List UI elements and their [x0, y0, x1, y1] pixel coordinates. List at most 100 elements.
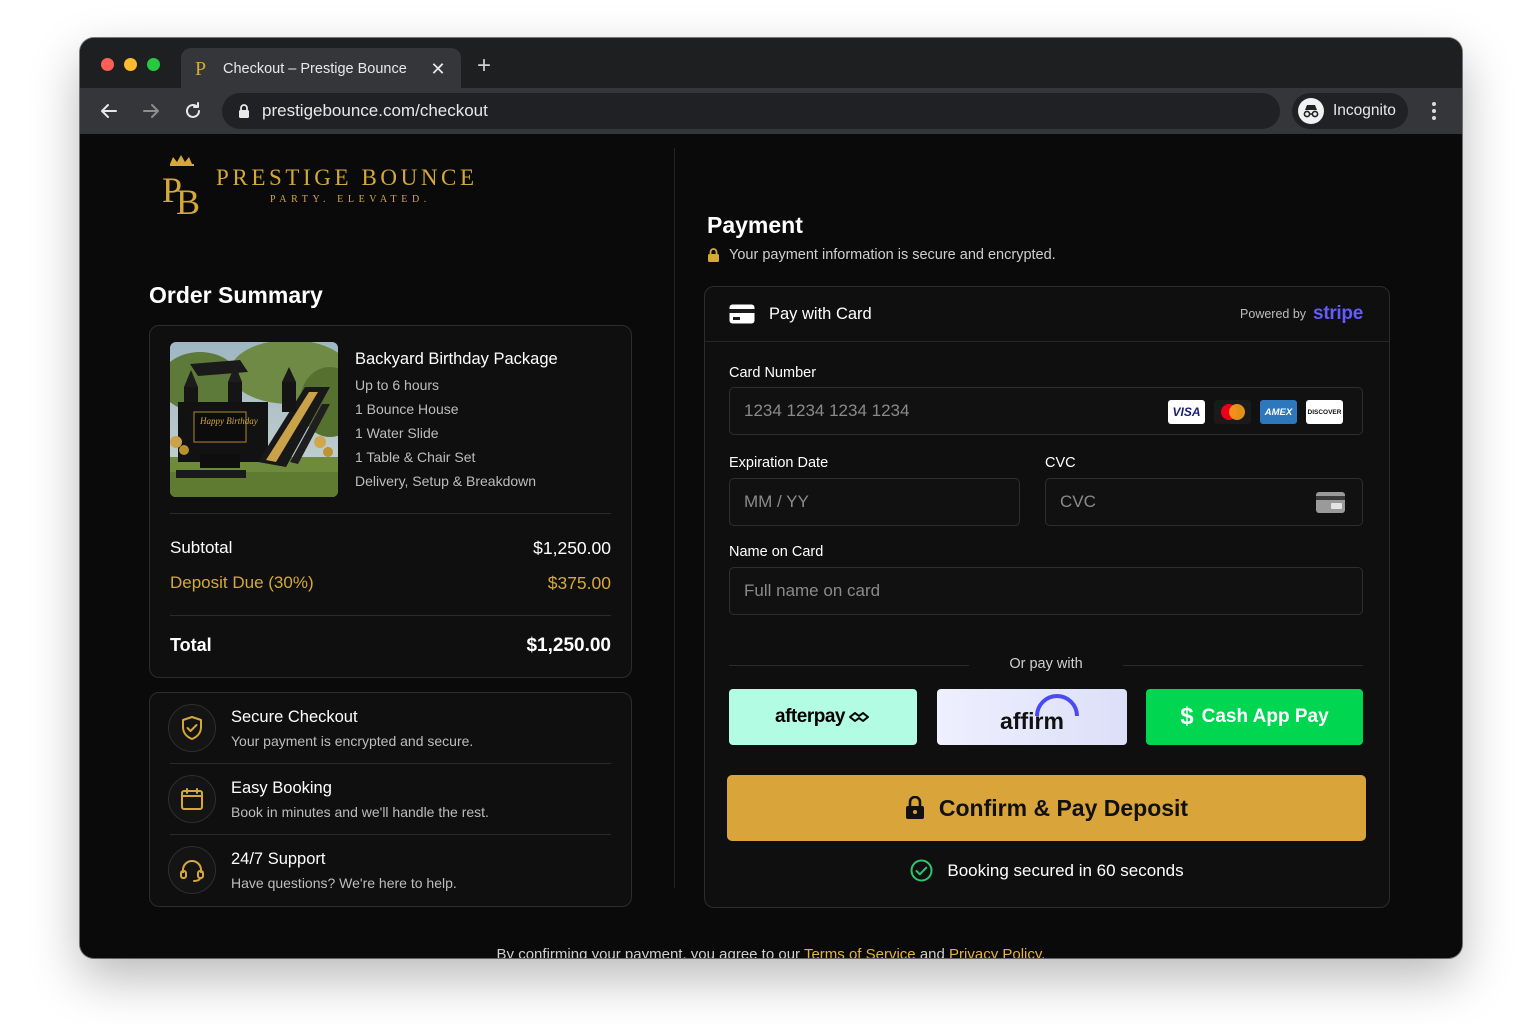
tab-strip: P Checkout – Prestige Bounce ✕ +: [80, 38, 1462, 90]
legal-footer: By confirming your payment, you agree to…: [80, 946, 1462, 958]
shield-check-icon: [168, 704, 216, 752]
total-label: Total: [170, 635, 212, 655]
order-summary-card: Happy Birthday Backyard Birthday Package…: [149, 325, 632, 678]
feature-subtitle: Have questions? We're here to help.: [231, 874, 457, 891]
feature-subtitle: Book in minutes and we'll handle the res…: [231, 803, 489, 820]
window-controls: [101, 58, 160, 71]
cvc-field[interactable]: [1045, 478, 1363, 526]
order-summary-heading: Order Summary: [149, 282, 323, 308]
brand-tagline: PARTY. ELEVATED.: [270, 194, 431, 205]
discover-icon: DISCOVER: [1306, 400, 1343, 424]
powered-by-label: Powered by: [1240, 307, 1307, 321]
feature-title: Secure Checkout: [231, 707, 358, 726]
brand-logo[interactable]: P B PRESTIGE BOUNCE PARTY. ELEVATED.: [160, 154, 478, 222]
feature-title: 24/7 Support: [231, 849, 326, 868]
maximize-window-button[interactable]: [147, 58, 160, 71]
address-bar[interactable]: prestigebounce.com/checkout: [222, 93, 1280, 129]
affirm-button[interactable]: affirm: [937, 689, 1127, 745]
new-tab-button[interactable]: +: [477, 52, 491, 80]
incognito-badge[interactable]: Incognito: [1292, 93, 1408, 129]
arrow-left-icon: [101, 104, 117, 118]
calendar-icon: [168, 775, 216, 823]
privacy-policy-link[interactable]: Privacy Policy: [949, 946, 1041, 958]
subtotal-value: $1,250.00: [533, 538, 611, 558]
url-text: prestigebounce.com/checkout: [262, 101, 488, 120]
product-detail-line: 1 Bounce House: [355, 401, 459, 417]
pay-with-card-header: Pay with Card Powered by stripe: [705, 287, 1389, 342]
feature-support: 24/7 Support Have questions? We're here …: [168, 835, 613, 905]
lock-icon: [905, 796, 924, 819]
or-pay-with-divider: Or pay with: [729, 655, 1363, 675]
minimize-window-button[interactable]: [124, 58, 137, 71]
afterpay-button[interactable]: afterpay: [729, 689, 917, 745]
tab-checkout[interactable]: P Checkout – Prestige Bounce ✕: [181, 48, 461, 90]
browser-window: P Checkout – Prestige Bounce ✕ + prestig…: [80, 38, 1462, 958]
summary-divider: [170, 615, 611, 616]
secure-note-text: Your payment information is secure and e…: [729, 247, 1056, 263]
stripe-logo: stripe: [1313, 303, 1363, 324]
afterpay-loop-icon: [848, 712, 869, 722]
product-details: Up to 6 hours 1 Bounce House 1 Water Sli…: [355, 376, 536, 496]
confirm-pay-deposit-button[interactable]: Confirm & Pay Deposit: [727, 775, 1366, 841]
cvc-card-icon: [1316, 492, 1345, 513]
expiry-field[interactable]: [729, 478, 1020, 526]
product-detail-line: Delivery, Setup & Breakdown: [355, 473, 537, 489]
checkout-page: P B PRESTIGE BOUNCE PARTY. ELEVATED. Ord…: [80, 134, 1462, 958]
product-detail-line: 1 Water Slide: [355, 425, 439, 441]
browser-toolbar: prestigebounce.com/checkout Incognito: [80, 88, 1462, 134]
incognito-icon: [1298, 98, 1324, 124]
svg-text:B: B: [176, 182, 200, 216]
booking-secured-text: Booking secured in 60 seconds: [947, 860, 1184, 880]
dollar-icon: $: [1180, 703, 1194, 730]
cash-app-pay-button[interactable]: $ Cash App Pay: [1146, 689, 1363, 745]
monogram-icon: P B: [160, 154, 204, 222]
headset-icon: [168, 846, 216, 894]
close-window-button[interactable]: [101, 58, 114, 71]
cash-app-label: Cash App Pay: [1201, 706, 1329, 727]
expiry-label: Expiration Date: [729, 455, 829, 471]
payment-heading: Payment: [707, 212, 803, 238]
summary-divider: [170, 513, 611, 514]
booking-secured-note: Booking secured in 60 seconds: [705, 859, 1389, 882]
back-button[interactable]: [94, 96, 124, 126]
expiry-input[interactable]: [744, 492, 1019, 512]
card-number-label: Card Number: [729, 365, 817, 381]
happy-birthday-sign: Happy Birthday: [199, 416, 258, 426]
name-on-card-input[interactable]: [744, 581, 1362, 601]
or-pay-with-label: Or pay with: [1009, 656, 1083, 672]
mastercard-icon: [1214, 400, 1251, 424]
deposit-row: Deposit Due (30%) $375.00: [170, 573, 611, 594]
feature-easy-booking: Easy Booking Book in minutes and we'll h…: [168, 764, 613, 834]
forward-button[interactable]: [136, 96, 166, 126]
terms-of-service-link[interactable]: Terms of Service: [804, 946, 916, 958]
reload-button[interactable]: [178, 96, 208, 126]
arrow-right-icon: [143, 104, 159, 118]
name-on-card-field[interactable]: [729, 567, 1363, 615]
secure-note: Your payment information is secure and e…: [707, 247, 1056, 263]
feature-secure-checkout: Secure Checkout Your payment is encrypte…: [168, 693, 613, 763]
deposit-label: Deposit Due (30%): [170, 573, 314, 592]
feature-title: Easy Booking: [231, 778, 332, 797]
feature-subtitle: Your payment is encrypted and secure.: [231, 732, 474, 749]
check-circle-icon: [910, 859, 933, 882]
column-divider: [674, 148, 675, 888]
browser-menu-button[interactable]: [1424, 100, 1444, 122]
product-detail-line: Up to 6 hours: [355, 377, 440, 393]
tab-title: Checkout – Prestige Bounce: [223, 61, 407, 77]
product-detail-line: 1 Table & Chair Set: [355, 449, 476, 465]
total-value: $1,250.00: [526, 635, 611, 656]
amex-icon: AMEX: [1260, 400, 1297, 424]
card-number-field[interactable]: VISA AMEX DISCOVER: [729, 387, 1363, 435]
brand-name: PRESTIGE BOUNCE: [216, 165, 478, 190]
credit-card-icon: [729, 304, 755, 324]
confirm-button-label: Confirm & Pay Deposit: [938, 794, 1189, 821]
tab-close-icon[interactable]: ✕: [429, 59, 447, 80]
total-row: Total $1,250.00: [170, 635, 611, 657]
footer-prefix: By confirming your payment, you agree to…: [496, 946, 801, 958]
visa-icon: VISA: [1168, 400, 1205, 424]
subtotal-row: Subtotal $1,250.00: [170, 538, 611, 559]
afterpay-label: afterpay: [775, 706, 845, 727]
footer-suffix: .: [1041, 946, 1046, 958]
lock-icon: [239, 103, 249, 118]
product-image: Happy Birthday: [170, 342, 338, 497]
